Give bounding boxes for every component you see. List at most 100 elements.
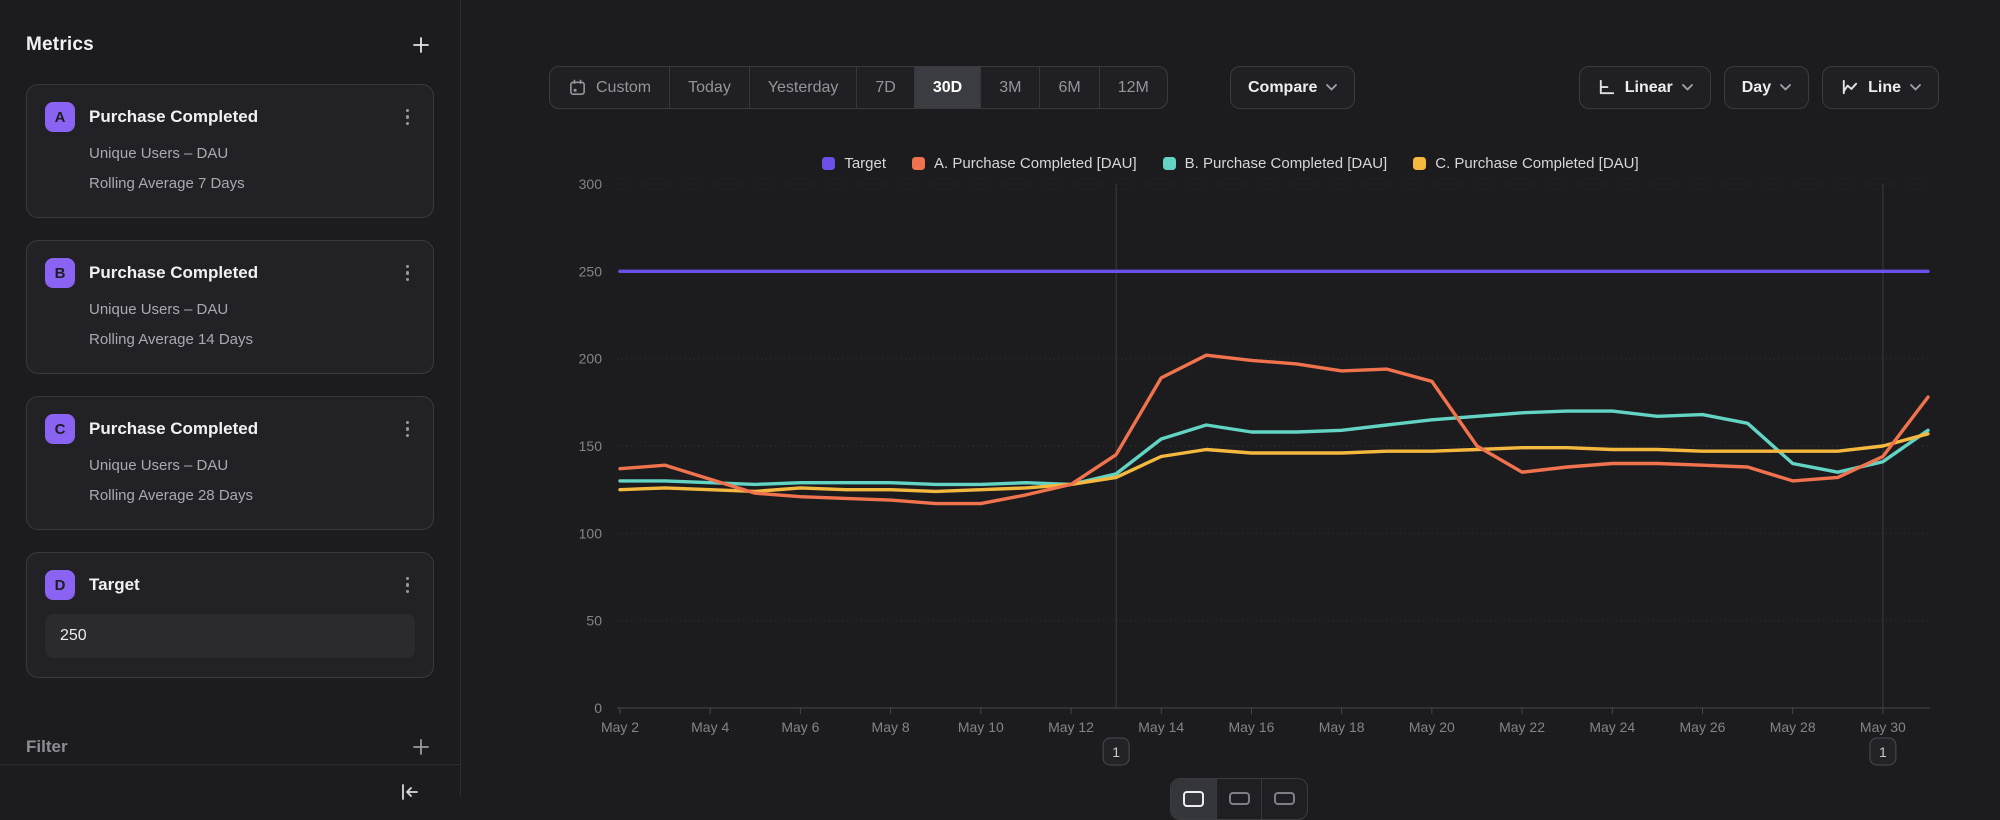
range-3m[interactable]: 3M	[980, 67, 1039, 108]
y-axis-label: 100	[579, 525, 603, 541]
target-card[interactable]: D Target	[26, 552, 434, 678]
chart-type-label: Line	[1868, 79, 1901, 97]
metrics-sidebar: Metrics A Purchase Completed Unique User…	[0, 0, 461, 796]
metric-badge: D	[45, 570, 75, 600]
sidebar-divider	[0, 764, 460, 765]
table-view-icon	[1229, 792, 1250, 805]
x-axis-label: May 16	[1228, 719, 1274, 735]
add-filter-button[interactable]	[408, 734, 434, 760]
annotation-badge-label: 1	[1112, 744, 1120, 760]
summary-view-icon	[1274, 792, 1295, 805]
kebab-menu-icon[interactable]	[400, 573, 416, 598]
chart-svg[interactable]: 0 50 100 150 200 250 300 May 2 May 4 May 6 May 8 Ma…	[461, 130, 2000, 796]
granularity-label: Day	[1742, 79, 1771, 97]
range-7d[interactable]: 7D	[856, 67, 913, 108]
x-axis-label: May 2	[601, 719, 639, 735]
collapse-sidebar-button[interactable]	[396, 779, 422, 805]
y-axis-label: 150	[579, 438, 603, 454]
calendar-icon	[568, 78, 587, 97]
metric-badge: A	[45, 102, 75, 132]
chart-options-toolbar: Linear Day Line	[1579, 66, 1939, 109]
range-label: 30D	[933, 79, 962, 97]
view-summary-button[interactable]	[1261, 779, 1307, 819]
metric-title: Purchase Completed	[89, 419, 386, 439]
chart-type-select-button[interactable]: Line	[1822, 66, 1939, 109]
filter-title: Filter	[26, 737, 68, 757]
metric-card-b[interactable]: B Purchase Completed Unique Users – DAU …	[26, 240, 434, 374]
target-value-input[interactable]	[45, 614, 415, 658]
range-label: 7D	[875, 79, 895, 97]
range-yesterday[interactable]: Yesterday	[749, 67, 857, 108]
x-axis-label: May 18	[1319, 719, 1365, 735]
chart-panel: Custom Today Yesterday 7D 30D 3M 6M 12M Compare…	[461, 0, 2000, 796]
metric-rollup: Rolling Average 28 Days	[89, 487, 415, 504]
target-title: Target	[89, 575, 386, 595]
kebab-menu-icon[interactable]	[400, 417, 416, 442]
metric-title: Purchase Completed	[89, 107, 386, 127]
y-axis-label: 250	[579, 263, 603, 279]
x-axis-label: May 22	[1499, 719, 1545, 735]
range-label: 6M	[1058, 79, 1080, 97]
metric-subtitle: Unique Users – DAU	[89, 457, 415, 474]
metric-card-c[interactable]: C Purchase Completed Unique Users – DAU …	[26, 396, 434, 530]
range-label: Custom	[596, 79, 651, 97]
range-label: 3M	[999, 79, 1021, 97]
metric-subtitle: Unique Users – DAU	[89, 301, 415, 318]
range-12m[interactable]: 12M	[1099, 67, 1167, 108]
add-metric-button[interactable]	[408, 32, 434, 58]
y-axis-label: 50	[586, 613, 602, 629]
metric-rollup: Rolling Average 7 Days	[89, 175, 415, 192]
annotation-badge-label: 1	[1879, 744, 1887, 760]
collapse-left-icon	[398, 781, 420, 803]
compare-button[interactable]: Compare	[1230, 66, 1355, 109]
filter-section: Filter	[26, 732, 434, 762]
chevron-down-icon	[1682, 84, 1693, 91]
compare-label: Compare	[1248, 79, 1317, 97]
metric-title: Purchase Completed	[89, 263, 386, 283]
range-label: Yesterday	[768, 79, 839, 97]
metric-subtitle: Unique Users – DAU	[89, 145, 415, 162]
chart-view-icon	[1183, 791, 1204, 807]
x-axis-label: May 4	[691, 719, 729, 735]
view-switcher	[1170, 778, 1308, 820]
x-axis-label: May 8	[872, 719, 910, 735]
x-axis-label: May 28	[1770, 719, 1816, 735]
range-label: Today	[688, 79, 731, 97]
x-axis-label: May 10	[958, 719, 1004, 735]
y-axis-label: 300	[579, 176, 603, 192]
scale-select-button[interactable]: Linear	[1579, 66, 1711, 109]
range-label: 12M	[1118, 79, 1149, 97]
sidebar-header: Metrics	[26, 30, 434, 60]
kebab-menu-icon[interactable]	[400, 105, 416, 130]
granularity-select-button[interactable]: Day	[1724, 66, 1809, 109]
y-axis-label: 0	[594, 700, 602, 716]
y-axis-label: 200	[579, 351, 603, 367]
axis-scale-icon	[1597, 78, 1616, 97]
range-30d[interactable]: 30D	[914, 67, 980, 108]
metric-rollup: Rolling Average 14 Days	[89, 331, 415, 348]
range-custom[interactable]: Custom	[550, 67, 669, 108]
x-axis-label: May 6	[781, 719, 819, 735]
x-axis-label: May 14	[1138, 719, 1184, 735]
date-range-segmented-control: Custom Today Yesterday 7D 30D 3M 6M 12M	[549, 66, 1168, 109]
series-line-b	[620, 411, 1928, 484]
x-axis-label: May 12	[1048, 719, 1094, 735]
x-axis-label: May 30	[1860, 719, 1906, 735]
kebab-menu-icon[interactable]	[400, 261, 416, 286]
range-6m[interactable]: 6M	[1039, 67, 1098, 108]
view-chart-button[interactable]	[1171, 779, 1216, 819]
metric-badge: B	[45, 258, 75, 288]
metric-badge: C	[45, 414, 75, 444]
chevron-down-icon	[1910, 84, 1921, 91]
x-axis-label: May 20	[1409, 719, 1455, 735]
line-chart-icon	[1840, 78, 1859, 97]
metric-card-a[interactable]: A Purchase Completed Unique Users – DAU …	[26, 84, 434, 218]
plus-icon	[411, 35, 431, 55]
view-table-button[interactable]	[1216, 779, 1262, 819]
x-axis-label: May 24	[1589, 719, 1635, 735]
chevron-down-icon	[1780, 84, 1791, 91]
range-today[interactable]: Today	[669, 67, 749, 108]
plus-icon	[411, 737, 431, 757]
chevron-down-icon	[1326, 84, 1337, 91]
sidebar-title: Metrics	[26, 34, 94, 56]
